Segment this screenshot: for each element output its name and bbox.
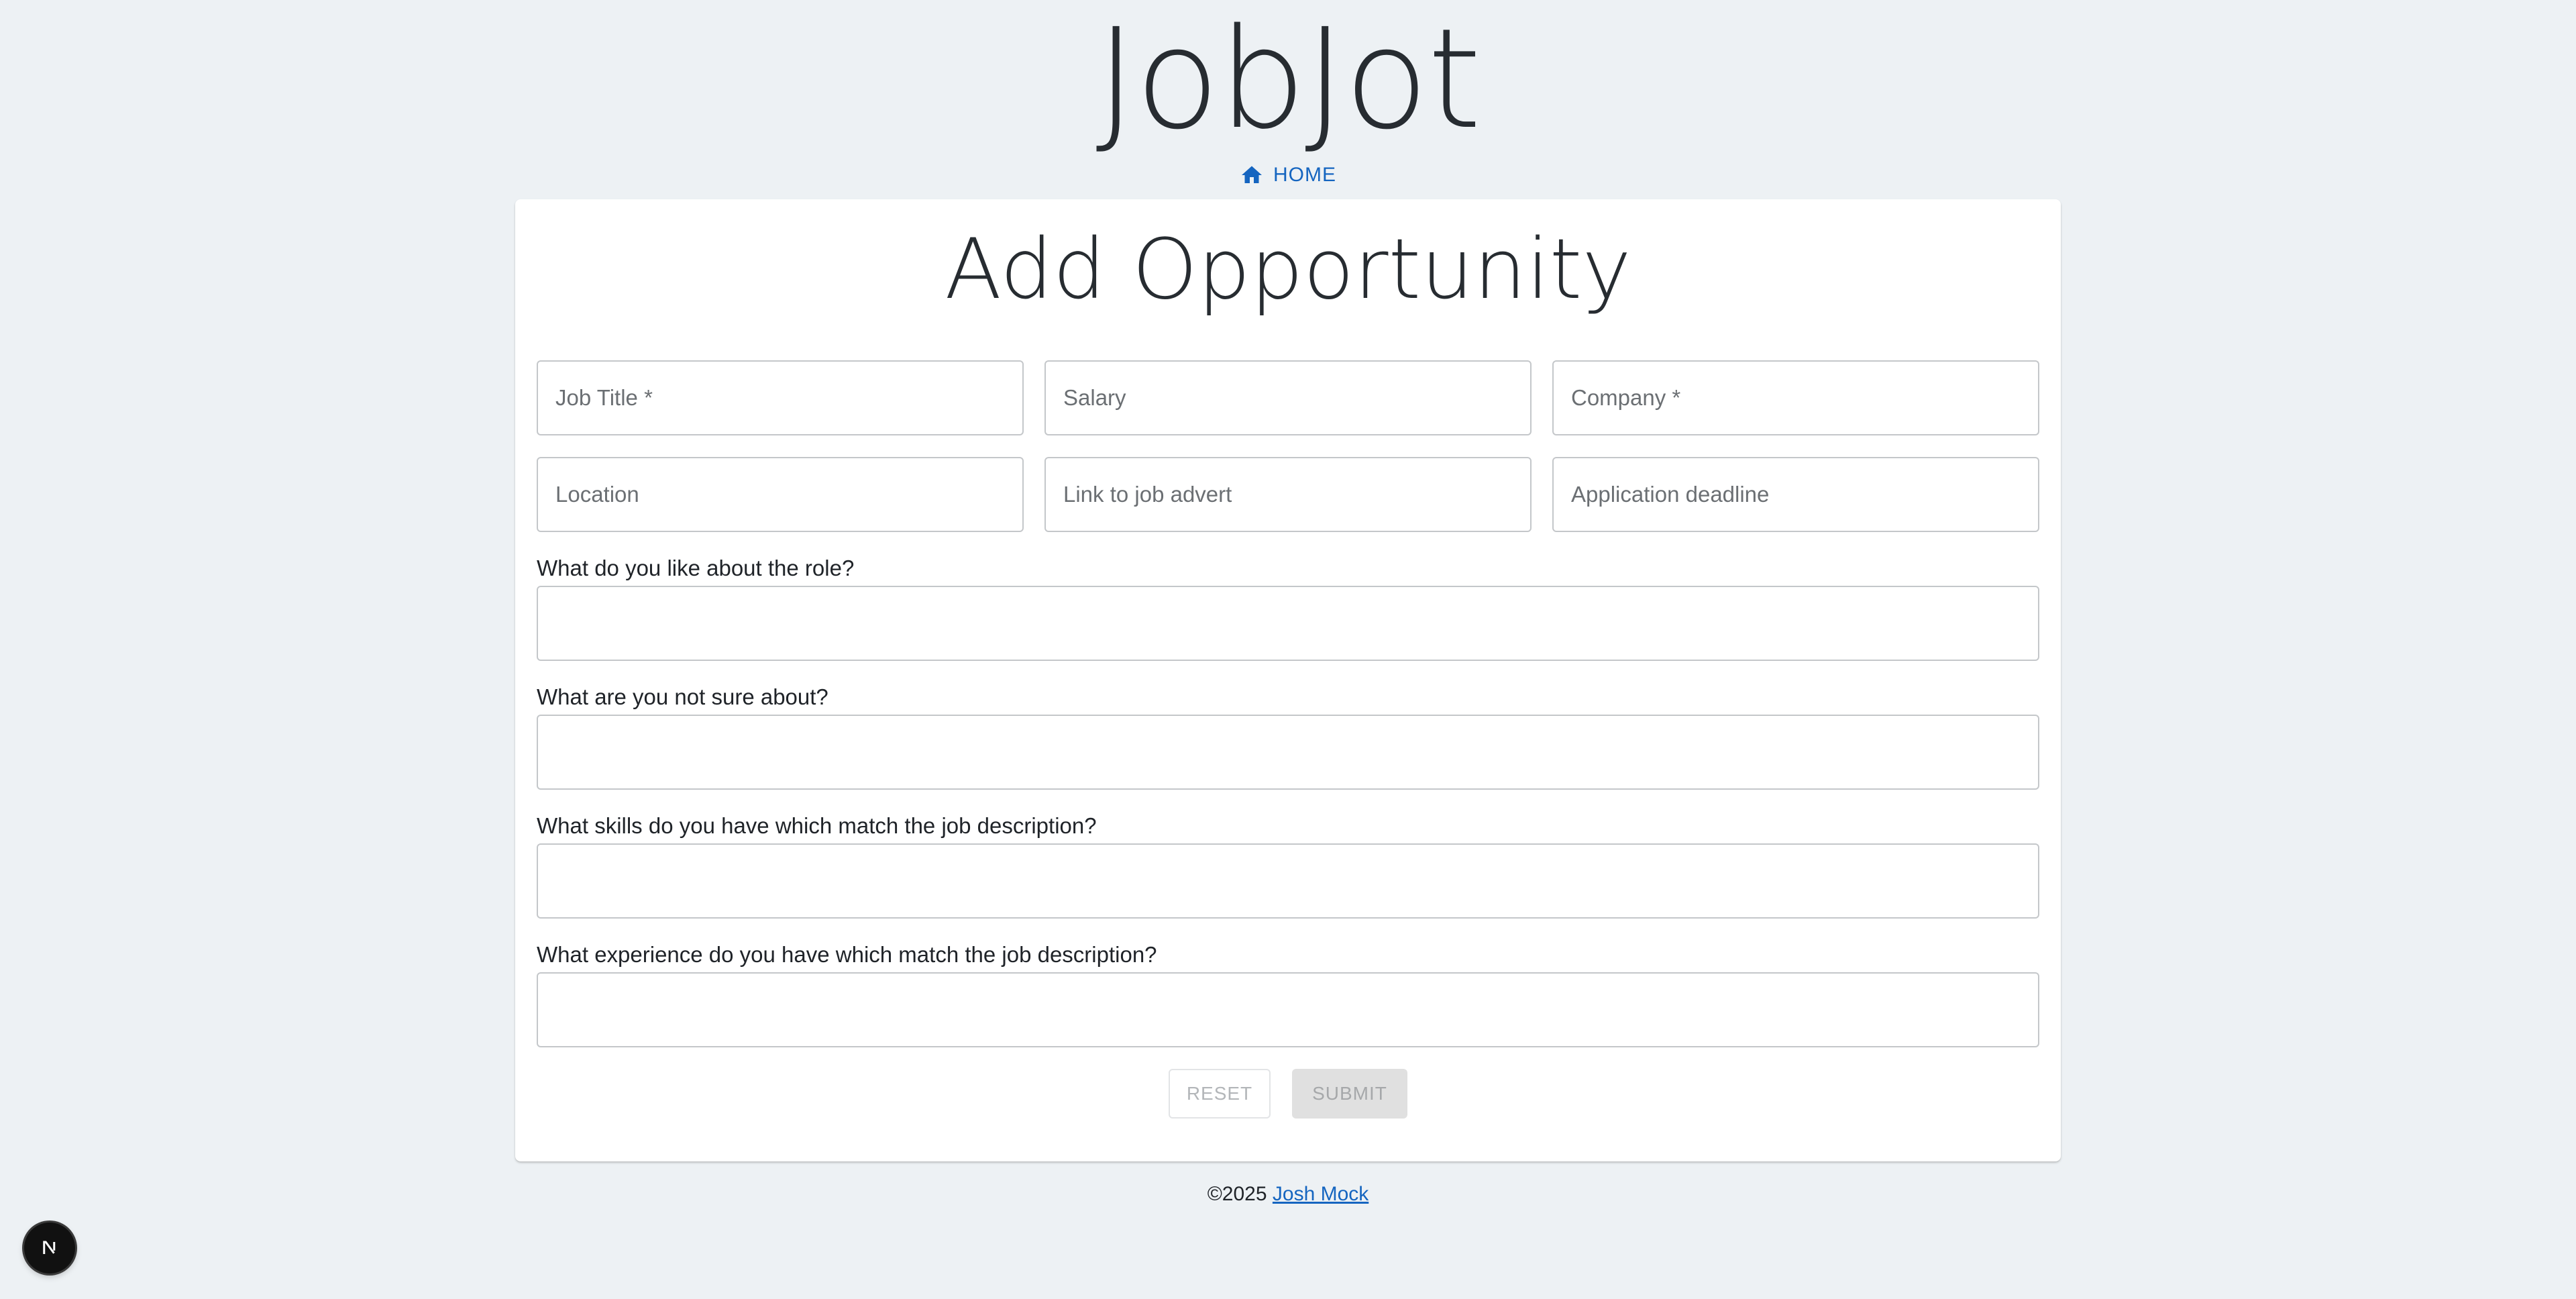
- home-link[interactable]: HOME: [1240, 161, 1336, 189]
- skills-label: What skills do you have which match the …: [537, 813, 1097, 838]
- add-opportunity-form: Add Opportunity What do you like about t…: [515, 199, 2061, 1161]
- footer: ©2025 Josh Mock: [0, 1181, 2576, 1208]
- copyright-text: ©2025: [1207, 1183, 1267, 1205]
- application-deadline-input[interactable]: [1552, 457, 2039, 532]
- unsure-textarea[interactable]: [537, 715, 2039, 790]
- home-link-label: HOME: [1273, 164, 1336, 186]
- job-advert-link-input[interactable]: [1044, 457, 1532, 532]
- home-icon: [1240, 163, 1264, 187]
- skills-textarea[interactable]: [537, 843, 2039, 919]
- author-link[interactable]: Josh Mock: [1273, 1183, 1368, 1205]
- experience-textarea[interactable]: [537, 972, 2039, 1047]
- experience-label: What experience do you have which match …: [537, 942, 1157, 967]
- likes-label: What do you like about the role?: [537, 556, 855, 580]
- company-input[interactable]: [1552, 360, 2039, 435]
- salary-input[interactable]: [1044, 360, 1532, 435]
- unsure-label: What are you not sure about?: [537, 684, 828, 709]
- form-title: Add Opportunity: [945, 221, 1631, 318]
- submit-button[interactable]: SUBMIT: [1292, 1069, 1407, 1119]
- job-title-input[interactable]: [537, 360, 1024, 435]
- reset-button[interactable]: RESET: [1169, 1069, 1271, 1119]
- app-title: JobJot: [1095, 0, 1481, 160]
- nextjs-icon: [38, 1236, 62, 1260]
- nextjs-dev-badge[interactable]: [24, 1223, 75, 1274]
- likes-textarea[interactable]: [537, 586, 2039, 661]
- location-input[interactable]: [537, 457, 1024, 532]
